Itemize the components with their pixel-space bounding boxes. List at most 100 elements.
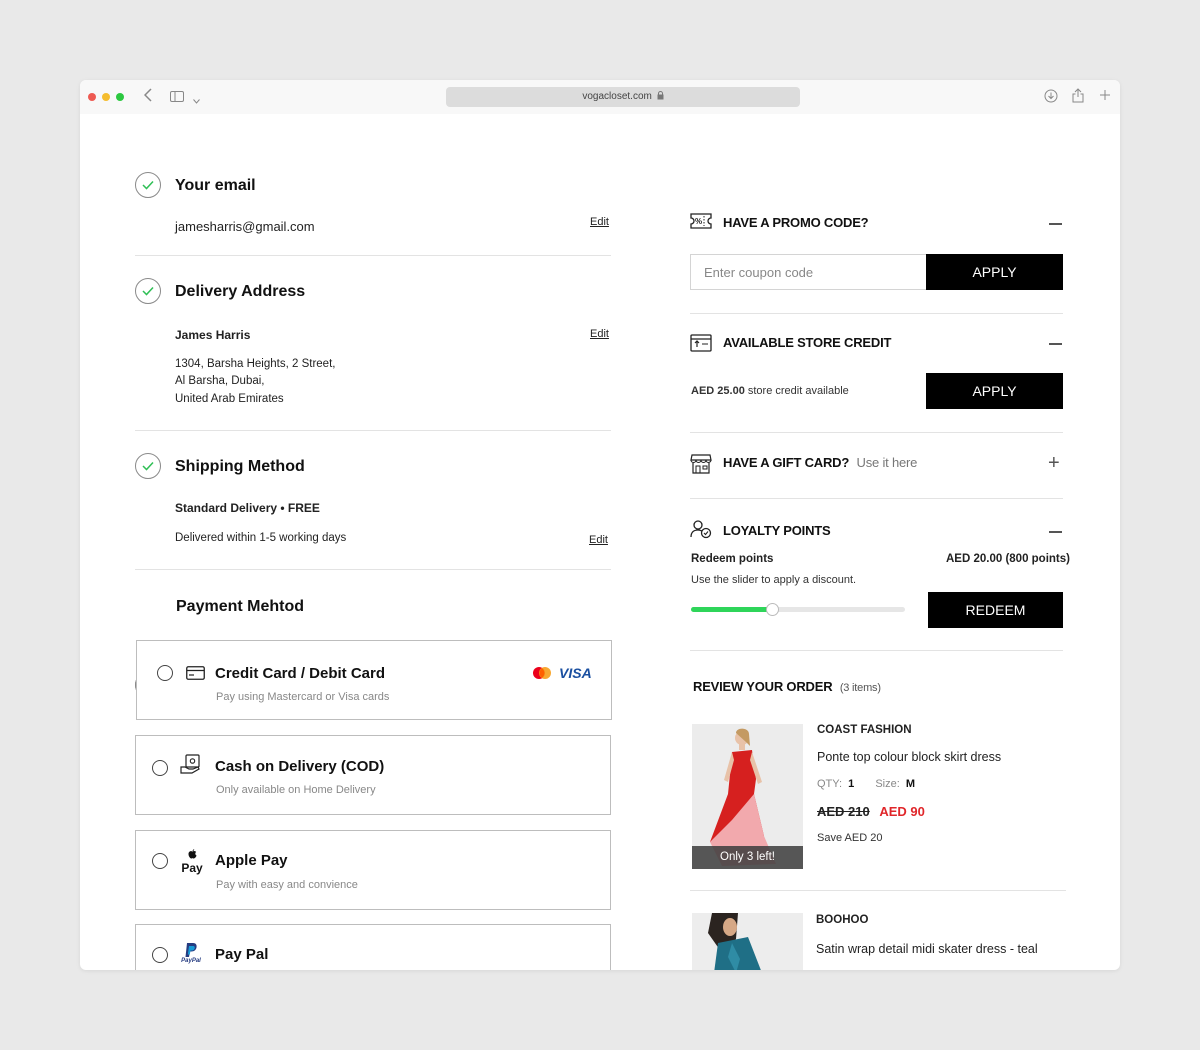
download-icon[interactable] [1044,89,1058,107]
gift-card-title-row: HAVE A GIFT CARD? Use it here [723,455,917,470]
product-price: AED 210 AED 90 [817,804,925,819]
original-price: AED 210 [817,804,870,819]
product-qty-size: QTY: 1 Size: M [817,778,915,790]
review-order-header: REVIEW YOUR ORDER (3 items) [693,679,881,694]
sale-price: AED 90 [879,804,925,819]
collapse-loyalty-icon[interactable] [1049,531,1062,533]
product-name[interactable]: Ponte top colour block skirt dress [817,750,1001,764]
checkout-page: Your email jamesharris@gmail.com Edit De… [80,114,1120,970]
sidebar-toggle-icon[interactable] [170,90,184,106]
stock-badge: Only 3 left! [692,846,803,869]
coupon-code-input[interactable] [690,254,927,290]
lock-icon [657,91,664,100]
expand-gift-card-icon[interactable]: + [1048,451,1060,475]
loyalty-slider-handle[interactable] [766,603,780,616]
url-text: vogacloset.com [582,91,652,102]
browser-toolbar: vogacloset.com [80,80,1120,114]
maximize-window-button[interactable] [116,93,124,101]
collapse-promo-icon[interactable] [1049,223,1062,225]
address-line: Al Barsha, Dubai, [175,375,265,387]
address-line: United Arab Emirates [175,393,284,405]
size-label: Size: [875,778,900,790]
promo-ticket-icon: % [690,213,712,234]
apple-pay-subtitle: Pay with easy and convience [216,879,358,891]
cod-subtitle: Only available on Home Delivery [216,784,376,796]
cod-radio[interactable] [152,760,168,776]
shipping-section-title: Shipping Method [175,458,305,475]
divider [690,650,1063,651]
product-brand: BOOHOO [816,914,869,926]
payment-option-cod[interactable]: Cash on Delivery (COD) Only available on… [135,735,611,815]
qty-label: QTY: [817,778,843,790]
promo-title: HAVE A PROMO CODE? [723,215,869,230]
store-credit-suffix: store credit available [747,385,849,397]
gift-card-title: HAVE A GIFT CARD? [723,455,850,470]
address-bar[interactable]: vogacloset.com [446,87,800,107]
address-line: 1304, Barsha Heights, 2 Street, [175,358,336,370]
credit-card-icon [186,666,205,685]
redeem-points-value: AED 20.00 (800 points) [946,553,1070,565]
shipping-method: Standard Delivery • FREE [175,501,320,515]
browser-window: vogacloset.com Your email jamesharris@gm… [80,80,1120,970]
shipping-step-check-icon [135,453,161,479]
delivery-section-title: Delivery Address [175,283,306,300]
redeem-button[interactable]: REDEEM [928,592,1063,628]
store-credit-icon [690,334,712,357]
edit-shipping-link[interactable]: Edit [589,534,608,546]
divider [135,569,611,570]
minimize-window-button[interactable] [102,93,110,101]
credit-card-subtitle: Pay using Mastercard or Visa cards [216,691,390,703]
product-image-boohoo-dress[interactable] [692,913,803,970]
payment-option-apple-pay[interactable]: Pay Apple Pay Pay with easy and convienc… [135,830,611,910]
apply-store-credit-button[interactable]: APPLY [926,373,1063,409]
collapse-store-credit-icon[interactable] [1049,343,1062,345]
delivery-name: James Harris [175,328,251,342]
email-step-check-icon [135,172,161,198]
apple-pay-icon-text: Pay [181,861,203,875]
loyalty-slider[interactable] [691,603,905,616]
credit-card-radio[interactable] [157,665,173,681]
back-icon[interactable] [143,88,152,106]
edit-address-link[interactable]: Edit [590,328,609,340]
payment-option-paypal[interactable]: PayPal Pay Pal [135,924,611,970]
share-icon[interactable] [1072,88,1084,107]
new-tab-icon[interactable] [1099,89,1111,105]
divider [690,313,1063,314]
product-brand: COAST FASHION [817,724,912,736]
payment-section-title: Payment Mehtod [176,598,305,615]
paypal-title: Pay Pal [215,946,269,963]
chevron-down-icon[interactable] [193,92,200,108]
cash-icon [180,753,202,780]
loyalty-user-icon [690,519,712,544]
paypal-icon-text: PayPal [181,958,201,964]
apple-pay-radio[interactable] [152,853,168,869]
store-credit-amount: AED 25.00 [691,385,745,397]
loyalty-title: LOYALTY POINTS [723,523,831,538]
apply-coupon-button[interactable]: APPLY [926,254,1063,290]
paypal-radio[interactable] [152,947,168,963]
apple-pay-icon: Pay [180,849,204,877]
product-image-coast-dress[interactable]: Only 3 left! [692,724,803,869]
divider [690,432,1063,433]
qty-value: 1 [848,778,855,790]
review-order-count: (3 items) [839,682,881,694]
loyalty-hint: Use the slider to apply a discount. [691,574,857,586]
delivery-step-check-icon [135,278,161,304]
payment-option-credit-card[interactable]: Credit Card / Debit Card Pay using Maste… [136,640,612,720]
close-window-button[interactable] [88,93,96,101]
redeem-points-label: Redeem points [691,553,774,565]
mastercard-icon [532,666,552,685]
divider [690,890,1066,891]
edit-email-link[interactable]: Edit [590,216,609,228]
svg-text:%: % [695,217,702,226]
store-credit-amount-row: AED 25.00 store credit available [691,385,849,397]
divider [690,498,1063,499]
divider [135,255,611,256]
credit-card-title: Credit Card / Debit Card [215,665,386,682]
shipping-eta: Delivered within 1-5 working days [175,532,347,544]
gift-card-store-icon [690,454,712,479]
store-credit-title: AVAILABLE STORE CREDIT [723,335,892,350]
divider [135,430,611,431]
product-name[interactable]: Satin wrap detail midi skater dress - te… [816,942,1038,956]
cod-title: Cash on Delivery (COD) [215,758,385,775]
